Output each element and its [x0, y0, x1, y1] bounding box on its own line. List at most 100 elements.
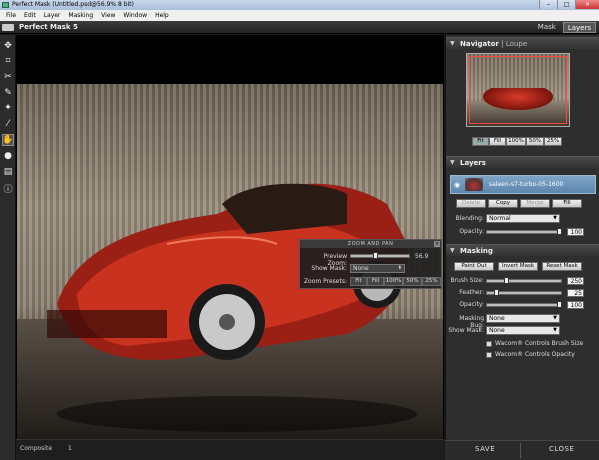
mask-opacity-label: Opacity:	[459, 301, 484, 308]
menu-edit[interactable]: Edit	[20, 10, 40, 21]
tab-mask[interactable]: Mask	[534, 22, 560, 33]
app-header: Perfect Mask 5 Mask Layers	[0, 21, 599, 34]
brush-size-thumb[interactable]	[504, 277, 509, 284]
menu-bar: File Edit Layer Masking View Window Help	[0, 10, 599, 21]
nav-50-button[interactable]: 50%	[526, 137, 544, 146]
wacom-opacity-checkbox[interactable]	[486, 352, 492, 358]
mask-opacity-thumb[interactable]	[557, 301, 562, 308]
wacom-brush-label: Wacom® Controls Brush Size	[495, 340, 584, 347]
zoom-presets-label: Zoom Presets:	[303, 278, 347, 285]
brush-size-slider[interactable]	[486, 279, 562, 283]
info-icon[interactable]: ⓘ	[2, 182, 14, 195]
menu-layer[interactable]: Layer	[40, 10, 65, 21]
collapse-triangle-icon[interactable]: ▼	[450, 245, 455, 257]
copy-layer-button[interactable]: Copy	[488, 199, 518, 208]
zoom-icon[interactable]: ●	[2, 150, 14, 162]
navigator-thumbnail[interactable]	[466, 53, 570, 127]
paint-out-button[interactable]: Paint Out	[454, 262, 494, 271]
canvas-area[interactable]: ZOOM AND PAN × Preview Zoom: 56.9 Show M…	[16, 35, 444, 440]
wacom-opacity-label: Wacom® Controls Opacity	[495, 351, 575, 358]
maximize-icon[interactable]: □	[557, 0, 575, 9]
layers-title: Layers	[460, 159, 486, 167]
nav-fit-button[interactable]: Fit	[472, 137, 489, 146]
masking-bug-select[interactable]: None ▼	[486, 314, 560, 323]
tab-layers[interactable]: Layers	[562, 22, 596, 33]
navigator-header[interactable]: ▼ Navigator | Loupe	[446, 37, 599, 49]
zoom-and-pan-panel: ZOOM AND PAN × Preview Zoom: 56.9 Show M…	[299, 239, 442, 289]
menu-help[interactable]: Help	[151, 10, 173, 21]
preview-zoom-thumb[interactable]	[373, 252, 378, 259]
viewport-frame[interactable]	[469, 56, 567, 124]
zoom-preset-25[interactable]: 25%	[422, 277, 441, 286]
layers-header[interactable]: ▼ Layers	[446, 156, 599, 168]
app-name: Perfect Mask 5	[19, 23, 78, 31]
layer-opacity-thumb[interactable]	[557, 228, 562, 235]
hand-icon[interactable]: ✋	[2, 134, 14, 146]
invert-mask-button[interactable]: Invert Mask	[498, 262, 538, 271]
mask-show-select[interactable]: None ▼	[486, 326, 560, 335]
zoom-preset-50[interactable]: 50%	[403, 277, 422, 286]
mask-show-label: Show Mask:	[448, 327, 484, 334]
magic-brush-icon[interactable]: ✦	[2, 102, 14, 114]
menu-file[interactable]: File	[2, 10, 20, 21]
chevron-down-icon: ▼	[553, 215, 557, 221]
nav-25-button[interactable]: 25%	[544, 137, 562, 146]
masking-header[interactable]: ▼ Masking	[446, 244, 599, 256]
close-button[interactable]: CLOSE	[549, 445, 574, 453]
brush-size-label: Brush Size:	[450, 277, 484, 284]
brush-icon[interactable]: ✎	[2, 87, 14, 99]
zoom-preset-fill[interactable]: Fill	[367, 277, 384, 286]
mask-opacity-slider[interactable]	[486, 303, 562, 307]
window-title-bar: Perfect Mask (Untitled.psd@56.9% 8 bit) …	[0, 0, 599, 10]
masking-title: Masking	[460, 247, 493, 255]
menu-masking[interactable]: Masking	[64, 10, 97, 21]
toggle-view-icon[interactable]: ▤	[2, 166, 14, 178]
delete-layer-button[interactable]: Delete	[456, 199, 486, 208]
close-icon[interactable]: ✕	[575, 0, 599, 9]
window-controls: – □ ✕	[539, 0, 599, 10]
save-button[interactable]: SAVE	[475, 445, 495, 453]
zoom-preset-fit[interactable]: Fit	[350, 277, 367, 286]
close-icon[interactable]: ×	[434, 241, 440, 247]
show-mask-label: Show Mask:	[311, 265, 347, 272]
eye-icon[interactable]: ◉	[454, 181, 460, 189]
show-mask-select[interactable]: None ⬍	[350, 264, 405, 273]
move-icon[interactable]: ✥	[2, 40, 14, 52]
collapse-triangle-icon[interactable]: ▼	[450, 38, 455, 50]
blending-select[interactable]: Normal ▼	[486, 214, 560, 223]
layer-item[interactable]: ◉ saleen-s7-turbo-05-1600	[450, 175, 596, 194]
preview-zoom-slider[interactable]	[350, 254, 410, 258]
status-value: 1	[68, 445, 72, 452]
nav-fill-button[interactable]: Fill	[489, 137, 506, 146]
navigator-title: Navigator	[460, 40, 499, 48]
eyedropper-icon[interactable]: ⁄	[2, 118, 14, 130]
layer-opacity-slider[interactable]	[486, 230, 562, 234]
mask-opacity-value[interactable]: 100	[567, 301, 584, 309]
scissors-icon[interactable]: ✂	[2, 71, 14, 83]
nav-100-button[interactable]: 100%	[506, 137, 526, 146]
fill-layer-button[interactable]: Fill	[552, 199, 582, 208]
collapse-triangle-icon[interactable]: ▼	[450, 157, 455, 169]
brush-size-value[interactable]: 250	[567, 277, 584, 285]
layer-opacity-label: Opacity:	[459, 228, 484, 235]
reset-mask-button[interactable]: Reset Mask	[542, 262, 582, 271]
status-label: Composite	[20, 445, 53, 452]
menu-view[interactable]: View	[97, 10, 119, 21]
zoom-preset-100[interactable]: 100%	[384, 277, 403, 286]
chevron-down-icon: ⬍	[397, 265, 402, 271]
menu-window[interactable]: Window	[119, 10, 151, 21]
merge-layer-button[interactable]: Merge	[520, 199, 550, 208]
layer-opacity-value[interactable]: 100	[567, 228, 584, 236]
wacom-brush-checkbox[interactable]	[486, 341, 492, 347]
mode-tabs: Mask Layers	[534, 22, 596, 33]
crop-icon[interactable]: ⌗	[2, 55, 14, 67]
preview-zoom-value: 56.9	[415, 253, 429, 260]
feather-thumb[interactable]	[494, 289, 499, 296]
chevron-down-icon: ▼	[553, 327, 557, 333]
layer-thumbnail	[465, 178, 483, 191]
blending-label: Blending:	[455, 215, 484, 222]
feather-value[interactable]: 25	[567, 289, 584, 297]
minimize-icon[interactable]: –	[539, 0, 557, 9]
blending-value: Normal	[489, 215, 511, 222]
loupe-tab[interactable]: Loupe	[506, 40, 527, 48]
